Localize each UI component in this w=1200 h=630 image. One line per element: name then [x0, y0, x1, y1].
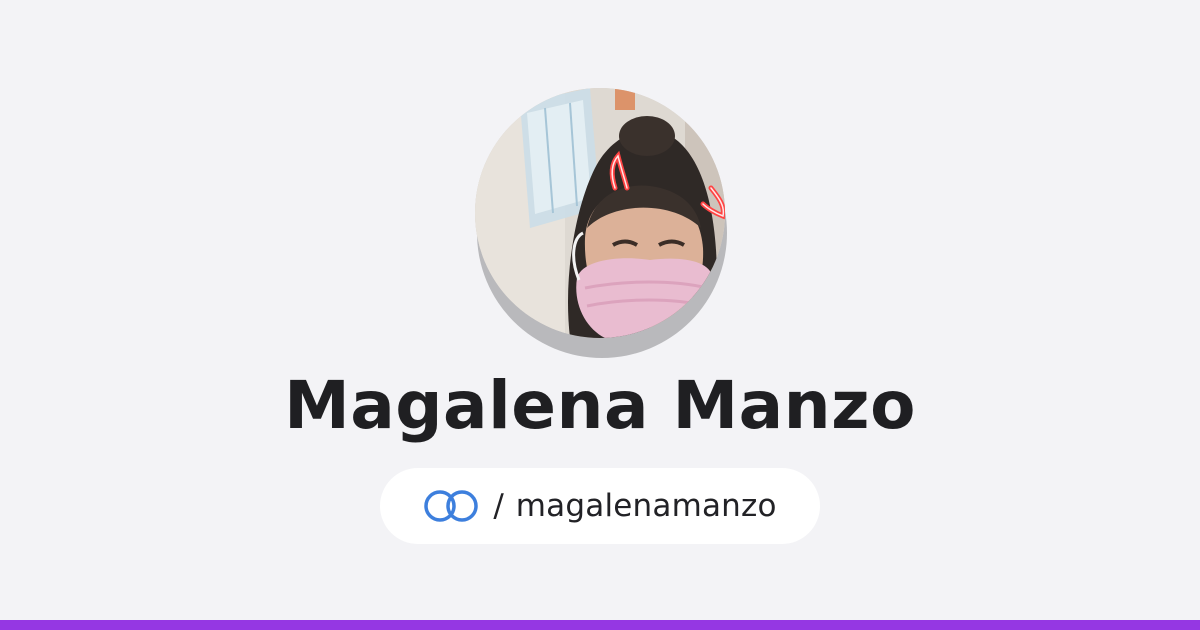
profile-name: Magalena Manzo — [284, 367, 916, 444]
profile-handle-pill[interactable]: / magalenamanzo — [380, 468, 820, 544]
linked-rings-icon — [423, 489, 481, 523]
avatar-container — [475, 88, 727, 358]
handle-separator: / — [493, 488, 504, 524]
profile-photo — [475, 88, 725, 338]
profile-username: magalenamanzo — [515, 488, 777, 524]
avatar[interactable] — [475, 88, 725, 338]
brand-bar — [0, 620, 1200, 630]
